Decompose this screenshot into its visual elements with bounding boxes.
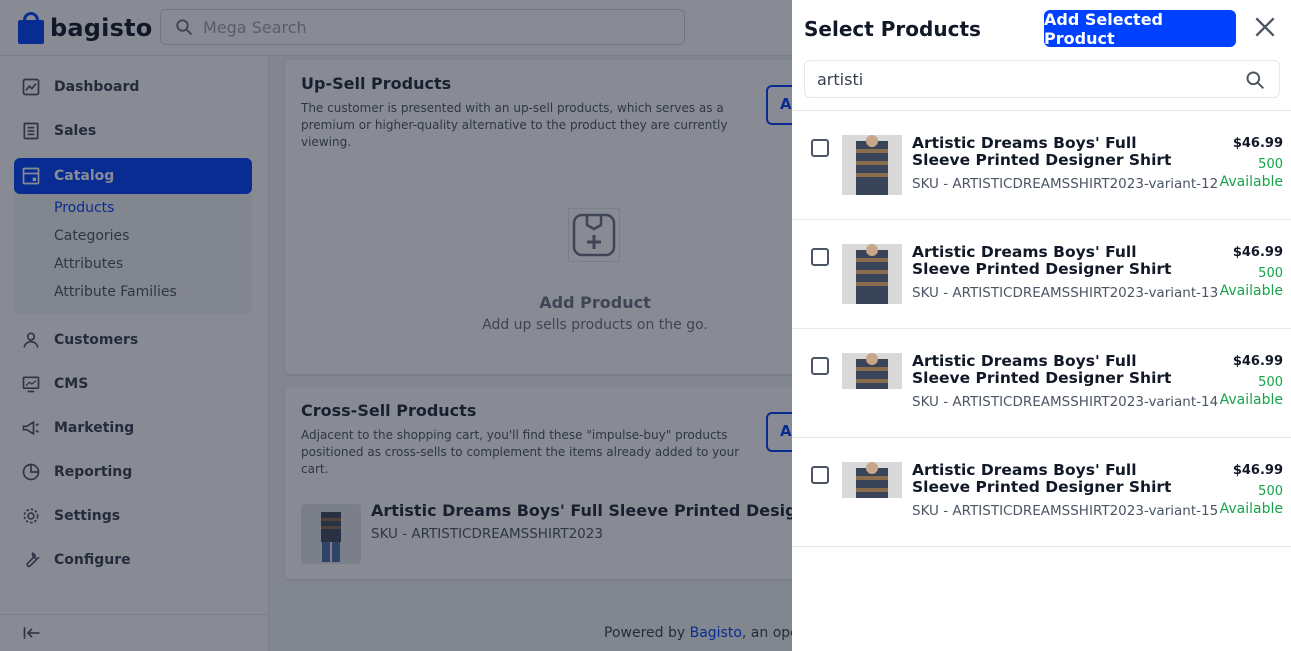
product-name: Artistic Dreams Boys' Full Sleeve Printe… xyxy=(912,352,1172,387)
search-icon[interactable] xyxy=(1245,70,1265,90)
product-checkbox[interactable] xyxy=(811,139,829,157)
product-availability: Available xyxy=(1219,501,1283,517)
list-item: Artistic Dreams Boys' Full Sleeve Printe… xyxy=(792,220,1291,329)
product-sku: SKU - ARTISTICDREAMSSHIRT2023-variant-12 xyxy=(912,176,1219,192)
product-search-input[interactable]: artisti xyxy=(804,60,1280,98)
select-products-drawer: Select Products Add Selected Product art… xyxy=(792,0,1291,651)
product-qty: 500 xyxy=(1258,375,1283,390)
product-sku: SKU - ARTISTICDREAMSSHIRT2023-variant-15 xyxy=(912,503,1219,519)
product-checkbox[interactable] xyxy=(811,248,829,266)
drawer-title: Select Products xyxy=(804,17,981,41)
search-value: artisti xyxy=(817,69,864,89)
product-qty: 500 xyxy=(1258,157,1283,172)
product-price: $46.99 xyxy=(1232,354,1283,369)
close-drawer-button[interactable] xyxy=(1252,14,1278,40)
product-qty: 500 xyxy=(1258,266,1283,281)
product-sku: SKU - ARTISTICDREAMSSHIRT2023-variant-13 xyxy=(912,285,1219,301)
product-checkbox[interactable] xyxy=(811,466,829,484)
product-price: $46.99 xyxy=(1232,463,1283,478)
product-name: Artistic Dreams Boys' Full Sleeve Printe… xyxy=(912,134,1172,169)
add-selected-product-button[interactable]: Add Selected Product xyxy=(1044,10,1236,48)
list-item: Artistic Dreams Boys' Full Sleeve Printe… xyxy=(792,111,1291,220)
product-name: Artistic Dreams Boys' Full Sleeve Printe… xyxy=(912,243,1172,278)
list-item: Artistic Dreams Boys' Full Sleeve Printe… xyxy=(792,438,1291,547)
product-name: Artistic Dreams Boys' Full Sleeve Printe… xyxy=(912,461,1172,496)
product-image xyxy=(842,353,902,389)
product-sku: SKU - ARTISTICDREAMSSHIRT2023-variant-14 xyxy=(912,394,1219,410)
product-availability: Available xyxy=(1219,283,1283,299)
product-image xyxy=(842,462,902,498)
product-list: Artistic Dreams Boys' Full Sleeve Printe… xyxy=(792,110,1291,547)
product-availability: Available xyxy=(1219,174,1283,190)
product-price: $46.99 xyxy=(1232,245,1283,260)
product-image xyxy=(842,135,902,195)
product-availability: Available xyxy=(1219,392,1283,408)
product-image xyxy=(842,244,902,304)
product-qty: 500 xyxy=(1258,484,1283,499)
product-checkbox[interactable] xyxy=(811,357,829,375)
list-item: Artistic Dreams Boys' Full Sleeve Printe… xyxy=(792,329,1291,438)
close-icon xyxy=(1255,17,1275,37)
product-price: $46.99 xyxy=(1232,136,1283,151)
